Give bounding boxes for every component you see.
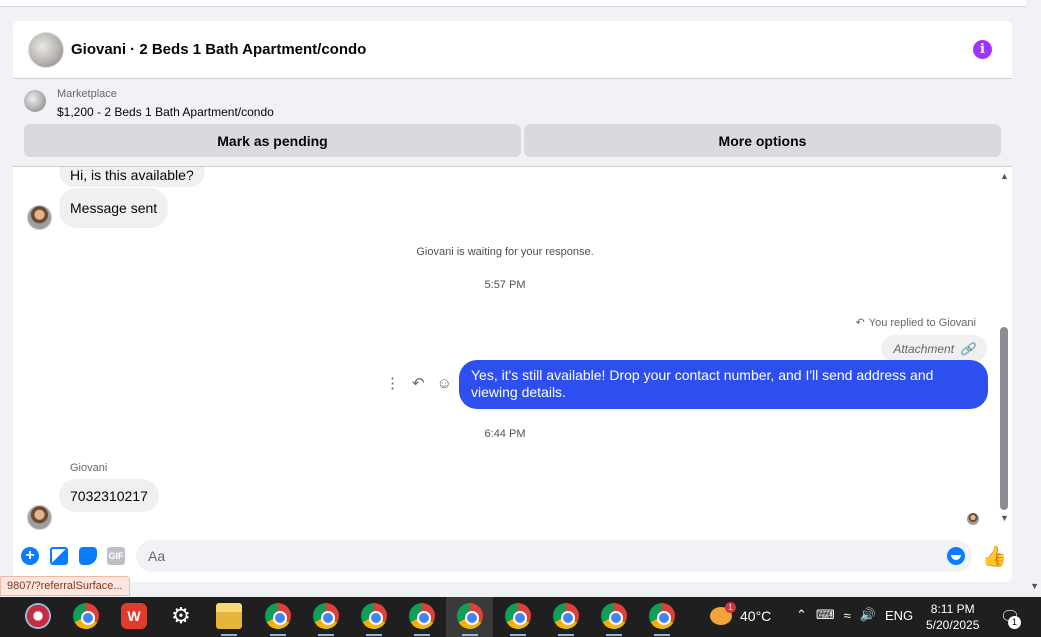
react-emoji-icon[interactable]: ☺ xyxy=(437,375,452,392)
gif-icon[interactable]: GIF xyxy=(107,547,125,565)
weather-badge: 1 xyxy=(725,602,736,613)
keyboard-icon[interactable]: ⌨ xyxy=(816,607,835,623)
browser-top-strip xyxy=(0,0,1026,7)
emoji-icon[interactable] xyxy=(947,547,965,565)
avatar[interactable] xyxy=(27,205,52,230)
chrome-profile-icon[interactable] xyxy=(457,603,483,629)
chrome-profile-icon[interactable] xyxy=(601,603,627,629)
running-indicator xyxy=(414,634,430,636)
incoming-message-bubble[interactable]: Message sent xyxy=(59,188,169,228)
taskbar: W ⚙ 1 40°C ⌃ ⌨ ≈ 🔊 ENG 8:11 PM 5/20/2025… xyxy=(0,597,1041,637)
weather-icon: 1 xyxy=(710,602,736,625)
outgoing-message-bubble[interactable]: Yes, it's still available! Drop your con… xyxy=(459,360,988,409)
message-text: Hi, is this available? xyxy=(70,167,194,183)
chrome-profile-icon[interactable] xyxy=(553,603,579,629)
seen-indicator-avatar xyxy=(967,513,979,525)
wps-office-icon[interactable]: W xyxy=(121,603,147,629)
running-indicator xyxy=(318,634,334,636)
timestamp: 6:44 PM xyxy=(484,428,526,440)
listing-avatar[interactable] xyxy=(28,32,64,68)
clock-date: 5/20/2025 xyxy=(926,618,980,632)
photo-icon[interactable] xyxy=(50,547,68,565)
weather-widget[interactable]: 1 40°C xyxy=(710,602,772,625)
listing-price[interactable]: $1,200 - 2 Beds 1 Bath Apartment/condo xyxy=(57,105,274,119)
settings-gear-icon[interactable]: ⚙ xyxy=(168,603,194,629)
incoming-message-bubble[interactable]: 7032310217 xyxy=(59,479,159,512)
clock-time: 8:11 PM xyxy=(930,602,975,616)
message-input[interactable]: Aa xyxy=(136,540,972,572)
chrome-profile-icon[interactable] xyxy=(649,603,675,629)
status-url: 9807/?referralSurface... xyxy=(0,576,130,596)
app-icon[interactable] xyxy=(25,603,51,629)
page-scroll-down-icon[interactable]: ▼ xyxy=(1030,581,1039,591)
composer: + GIF Aa 👍 xyxy=(13,535,1012,582)
running-indicator xyxy=(558,634,574,636)
message-actions: ⋮ ↶ ☺ xyxy=(385,374,452,393)
chrome-icon[interactable] xyxy=(73,603,99,629)
clock[interactable]: 8:11 PM 5/20/2025 xyxy=(926,601,979,633)
chevron-up-icon[interactable]: ⌃ xyxy=(796,607,807,623)
chrome-profile-icon[interactable] xyxy=(313,603,339,629)
chat-window: Giovani · 2 Beds 1 Bath Apartment/condo … xyxy=(13,21,1012,582)
info-icon[interactable]: i xyxy=(973,40,992,59)
waiting-notice: Giovani is waiting for your response. xyxy=(416,246,594,258)
attachment-chip[interactable]: Attachment 🔗 xyxy=(881,335,987,362)
chrome-profile-icon[interactable] xyxy=(361,603,387,629)
incoming-message-bubble[interactable]: Hi, is this available? xyxy=(59,167,205,187)
paperclip-icon: 🔗 xyxy=(960,341,975,356)
wifi-icon[interactable]: ≈ xyxy=(844,608,851,623)
message-list: Hi, is this available? Message sent Giov… xyxy=(13,167,1012,535)
running-indicator xyxy=(366,634,382,636)
replied-label: ↶ You replied to Giovani xyxy=(855,316,976,330)
attachment-text: Attachment xyxy=(893,341,955,356)
avatar[interactable] xyxy=(27,505,52,530)
message-text: Message sent xyxy=(70,200,158,216)
chrome-profile-icon[interactable] xyxy=(409,603,435,629)
chrome-profile-icon[interactable] xyxy=(265,603,291,629)
mark-as-pending-button[interactable]: Mark as pending xyxy=(24,124,521,157)
message-text: 7032310217 xyxy=(70,487,148,504)
listing-thumbnail[interactable] xyxy=(24,90,46,112)
notification-count: 1 xyxy=(1008,616,1021,629)
add-icon[interactable]: + xyxy=(21,547,39,565)
running-indicator xyxy=(510,634,526,636)
temperature: 40°C xyxy=(740,608,772,624)
more-options-button[interactable]: More options xyxy=(524,124,1001,157)
running-indicator xyxy=(606,634,622,636)
scroll-down-icon[interactable]: ▼ xyxy=(1000,513,1009,523)
notification-icon[interactable]: 🗨 1 xyxy=(1000,607,1021,629)
sender-name: Giovani xyxy=(70,462,108,474)
scroll-up-icon[interactable]: ▲ xyxy=(1000,171,1009,181)
replied-text: You replied to Giovani xyxy=(868,316,976,329)
thumbs-up-icon[interactable]: 👍 xyxy=(982,544,1007,569)
running-indicator xyxy=(462,634,478,636)
volume-icon[interactable]: 🔊 xyxy=(860,607,876,623)
chat-title[interactable]: Giovani · 2 Beds 1 Bath Apartment/condo xyxy=(71,41,366,58)
chrome-profile-icon[interactable] xyxy=(505,603,531,629)
more-actions-icon[interactable]: ⋮ xyxy=(385,374,400,392)
system-tray: ⌃ ⌨ ≈ 🔊 ENG xyxy=(796,607,913,623)
listing-banner: Marketplace $1,200 - 2 Beds 1 Bath Apart… xyxy=(13,79,1012,167)
reply-icon[interactable]: ↶ xyxy=(412,374,425,392)
listing-kind: Marketplace xyxy=(57,88,117,100)
file-explorer-icon[interactable] xyxy=(216,603,242,629)
timestamp: 5:57 PM xyxy=(484,279,526,291)
language-indicator[interactable]: ENG xyxy=(885,608,913,623)
sticker-icon[interactable] xyxy=(79,547,97,565)
running-indicator xyxy=(270,634,286,636)
chat-header: Giovani · 2 Beds 1 Bath Apartment/condo … xyxy=(13,21,1012,79)
running-indicator xyxy=(221,634,237,636)
reply-arrow-icon: ↶ xyxy=(855,317,865,329)
scrollbar-thumb[interactable] xyxy=(1000,327,1008,510)
message-scrollbar[interactable]: ▲ ▼ xyxy=(998,167,1012,535)
running-indicator xyxy=(654,634,670,636)
